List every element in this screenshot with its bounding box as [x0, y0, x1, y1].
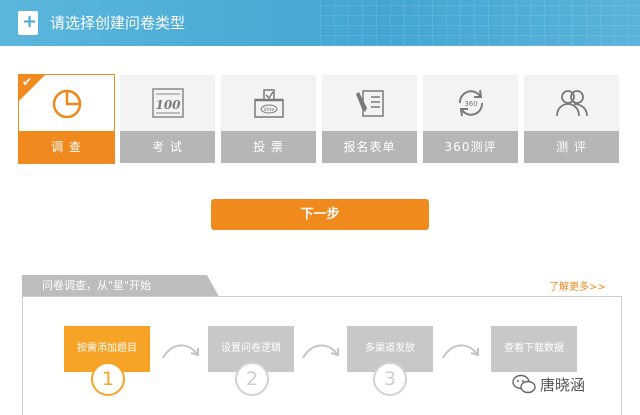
- type-label: 投 票: [221, 131, 316, 163]
- svg-text:100: 100: [155, 98, 181, 112]
- type-card-360[interactable]: 360 360测评: [423, 75, 518, 163]
- step-view-data[interactable]: 查看下载数据: [491, 326, 577, 372]
- guide-tab: 问卷调查，从"星"开始: [22, 275, 219, 297]
- type-card-exam[interactable]: 100 考 试: [120, 75, 215, 163]
- step-number-1: 1: [91, 362, 125, 396]
- type-card-form[interactable]: 报名表单: [322, 75, 417, 163]
- svg-text:360: 360: [464, 100, 477, 108]
- type-label: 360测评: [423, 131, 518, 163]
- step-number-3: 3: [373, 362, 407, 396]
- type-label: 考 试: [120, 131, 215, 163]
- svg-text:Vote: Vote: [263, 107, 274, 113]
- curved-arrow-icon: [302, 344, 339, 359]
- type-card-survey[interactable]: ✔ 调 查: [18, 74, 115, 164]
- watermark-text: 唐晓涵: [540, 375, 586, 394]
- new-doc-icon: [18, 11, 38, 35]
- type-label: 报名表单: [322, 131, 417, 163]
- next-step-button[interactable]: 下一步: [211, 199, 429, 230]
- header-bar: 请选择创建问卷类型: [0, 0, 640, 46]
- type-card-vote[interactable]: Vote 投 票: [221, 75, 316, 163]
- form-pen-icon: [355, 90, 384, 117]
- page-title: 请选择创建问卷类型: [50, 14, 186, 32]
- score-100-icon: 100: [151, 88, 184, 118]
- 360-refresh-icon: 360: [458, 89, 483, 117]
- vote-box-icon: Vote: [253, 89, 284, 118]
- pie-chart-icon: [52, 89, 81, 119]
- type-label: 测 评: [524, 131, 619, 163]
- curved-arrow-icon: [162, 344, 199, 359]
- wechat-icon: [512, 374, 536, 394]
- learn-more-link[interactable]: 了解更多>>: [549, 282, 606, 294]
- step-number-2: 2: [235, 362, 269, 396]
- curved-arrow-icon: [442, 344, 479, 359]
- watermark: 唐晓涵: [512, 372, 585, 396]
- header-decoration: [320, 0, 640, 46]
- people-icon: [555, 90, 588, 117]
- type-label: 调 查: [19, 131, 114, 163]
- survey-type-list: ✔ 调 查 100 考 试 Vote 投 票 报名表单 360 360测评 测 …: [18, 74, 619, 164]
- type-card-assessment[interactable]: 测 评: [524, 75, 619, 163]
